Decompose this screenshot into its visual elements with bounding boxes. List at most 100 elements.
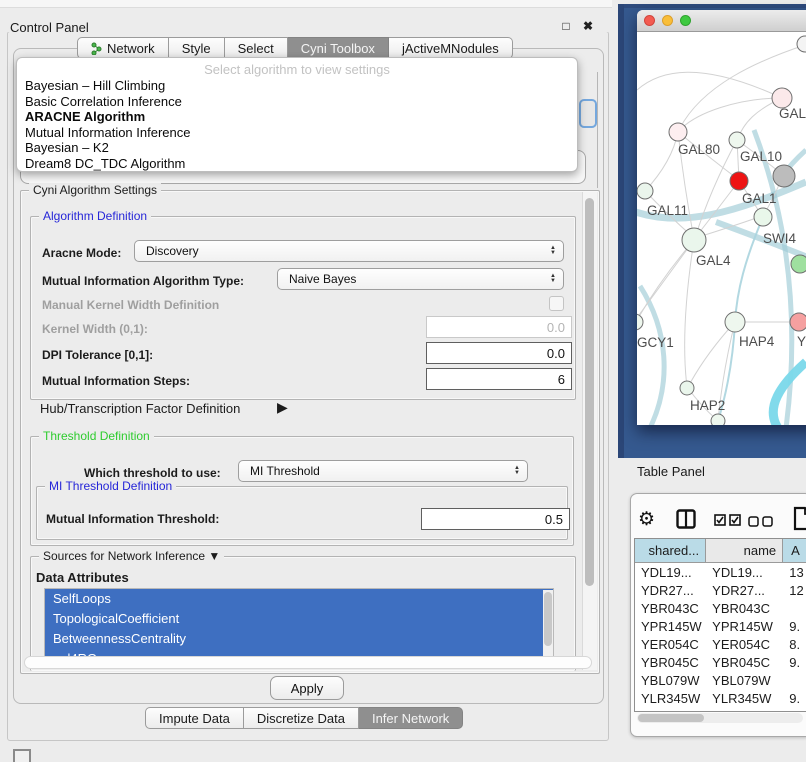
network-canvas[interactable]: GAL GAL80 GAL10 GAL1 GAL11 SWI4 GAL4 GCY…	[637, 32, 806, 425]
dpi-tolerance-label: DPI Tolerance [0,1]:	[42, 348, 153, 362]
column-header-partial[interactable]: A	[783, 539, 806, 563]
network-tab-icon	[91, 42, 102, 55]
network-node-hap4[interactable]	[725, 312, 745, 332]
combo-arrows-icon: ▲▼	[550, 246, 563, 256]
node-label: HAP2	[690, 398, 725, 413]
attribute-item[interactable]: BetweennessCentrality	[45, 629, 553, 649]
node-label: Y	[797, 334, 806, 349]
tab-discretize-data[interactable]: Discretize Data	[244, 707, 359, 729]
node-label: SWI4	[763, 231, 796, 246]
partial-corner-button[interactable]	[13, 749, 31, 762]
dropdown-item-selected[interactable]: ARACNE Algorithm	[17, 109, 577, 125]
mi-algorithm-type-label: Mutual Information Algorithm Type:	[42, 274, 244, 288]
table-body: YDL19...YDL19...13 YDR27...YDR27...12 YB…	[635, 563, 806, 712]
apply-button[interactable]: Apply	[270, 676, 344, 700]
node-label: GCY1	[637, 335, 674, 350]
table-row[interactable]: YPR145WYPR145W9.	[635, 617, 806, 635]
tab-network[interactable]: Network	[77, 37, 169, 59]
table-row[interactable]: YLR345WYLR345W9.	[635, 689, 806, 707]
network-node-gal4[interactable]	[682, 228, 706, 252]
combo-arrows-icon: ▲▼	[550, 274, 563, 284]
network-node-gal10[interactable]	[729, 132, 745, 148]
mi-steps-field[interactable]: 6	[426, 368, 572, 390]
dropdown-item[interactable]: Bayesian – K2	[17, 140, 577, 156]
tab-impute-data[interactable]: Impute Data	[145, 707, 244, 729]
node-label: GAL10	[740, 149, 782, 164]
partial-document-icon[interactable]	[793, 506, 806, 536]
network-node-hap2[interactable]	[680, 381, 694, 395]
network-node-partial-top[interactable]	[797, 36, 806, 52]
table-horizontal-scrollbar[interactable]	[637, 713, 803, 723]
screen: Control Panel □ ✖ Network Style Select C…	[0, 0, 806, 762]
table-row[interactable]: YER054CYER054C8.	[635, 635, 806, 653]
table-row[interactable]: YBR043CYBR043C	[635, 599, 806, 617]
network-node-gal-partial[interactable]	[772, 88, 792, 108]
gear-icon[interactable]: ⚙	[638, 508, 655, 531]
algorithm-dropdown: Select algorithm to view settings Bayesi…	[16, 57, 578, 172]
traffic-light-zoom-icon[interactable]	[680, 15, 691, 26]
checked-checkboxes-icon[interactable]	[714, 513, 741, 531]
tab-jactivemnodules[interactable]: jActiveMNodules	[389, 37, 513, 59]
columns-icon[interactable]	[676, 509, 696, 534]
table-row[interactable]: YDL19...YDL19...13	[635, 563, 806, 581]
mi-threshold-field[interactable]: 0.5	[421, 508, 570, 530]
dropdown-item[interactable]: Basic Correlation Inference	[17, 94, 577, 110]
obscured-focused-button[interactable]	[579, 99, 597, 128]
network-node-swi4[interactable]	[754, 208, 772, 226]
dropdown-item[interactable]: Mutual Information Inference	[17, 125, 577, 141]
table-row[interactable]: YBR045CYBR045C9.	[635, 653, 806, 671]
column-header-name[interactable]: name	[706, 539, 783, 563]
dpi-tolerance-field[interactable]: 0.0	[426, 342, 572, 364]
settings-vertical-scrollbar[interactable]	[582, 192, 597, 670]
node-label: GAL	[779, 106, 806, 121]
tab-style[interactable]: Style	[169, 37, 225, 59]
network-node-green-partial[interactable]	[791, 255, 806, 273]
group-title: Sources for Network Inference ▼	[39, 549, 224, 564]
node-label: GAL80	[678, 142, 720, 157]
network-node-partial-bottom[interactable]	[711, 414, 725, 425]
network-window-titlebar[interactable]	[637, 10, 806, 32]
settings-horizontal-scrollbar[interactable]	[24, 656, 592, 669]
network-desktop: GAL GAL80 GAL10 GAL1 GAL11 SWI4 GAL4 GCY…	[618, 4, 806, 458]
unchecked-checkboxes-icon[interactable]	[748, 514, 773, 532]
traffic-light-minimize-icon[interactable]	[662, 15, 673, 26]
control-panel-tabs: Network Style Select Cyni Toolbox jActiv…	[77, 37, 513, 59]
cyni-bottom-tabs: Impute Data Discretize Data Infer Networ…	[145, 707, 463, 729]
obscured-group-border	[597, 72, 598, 188]
network-node-gal11[interactable]	[637, 183, 653, 199]
column-header-shared-name[interactable]: shared...	[635, 539, 706, 563]
network-node-gray[interactable]	[773, 165, 795, 187]
kernel-width-field[interactable]: 0.0	[426, 316, 572, 338]
collapse-arrow-icon[interactable]: ▼	[208, 549, 220, 563]
table-row[interactable]: YLL053CYLL053C9	[635, 707, 806, 712]
manual-kernel-checkbox[interactable]	[549, 296, 564, 311]
dropdown-placeholder: Select algorithm to view settings	[17, 61, 577, 78]
close-icon[interactable]: ✖	[580, 18, 596, 34]
group-title: MI Threshold Definition	[45, 479, 176, 494]
attribute-item[interactable]: SelfLoops	[45, 589, 553, 609]
control-panel-title: Control Panel	[10, 20, 89, 35]
tab-cyni-toolbox[interactable]: Cyni Toolbox	[288, 37, 389, 59]
which-threshold-combo[interactable]: MI Threshold ▲▼	[238, 460, 528, 482]
kernel-width-label: Kernel Width (0,1):	[42, 322, 148, 336]
network-node-gal80[interactable]	[669, 123, 687, 141]
expand-arrow-icon[interactable]: ▶	[277, 399, 288, 416]
dropdown-item[interactable]: Dream8 DC_TDC Algorithm	[17, 156, 577, 172]
aracne-mode-combo[interactable]: Discovery ▲▼	[134, 240, 564, 262]
table-row[interactable]: YDR27...YDR27...12	[635, 581, 806, 599]
network-node-gcy1[interactable]	[637, 314, 643, 330]
dropdown-item[interactable]: Bayesian – Hill Climbing	[17, 78, 577, 94]
network-window: GAL GAL80 GAL10 GAL1 GAL11 SWI4 GAL4 GCY…	[637, 10, 806, 425]
control-panel-titlebar: Control Panel □ ✖	[0, 8, 612, 32]
network-node-y-partial[interactable]	[790, 313, 806, 331]
traffic-light-close-icon[interactable]	[644, 15, 655, 26]
tab-select[interactable]: Select	[225, 37, 288, 59]
attributes-list-scrollbar[interactable]	[543, 590, 553, 662]
tab-infer-network[interactable]: Infer Network	[359, 707, 463, 729]
control-panel-topstrip	[0, 0, 612, 8]
network-node-gal1[interactable]	[730, 172, 748, 190]
table-row[interactable]: YBL079WYBL079W	[635, 671, 806, 689]
mi-algorithm-type-combo[interactable]: Naive Bayes ▲▼	[277, 268, 564, 290]
float-icon[interactable]: □	[558, 18, 574, 34]
attribute-item[interactable]: TopologicalCoefficient	[45, 609, 553, 629]
